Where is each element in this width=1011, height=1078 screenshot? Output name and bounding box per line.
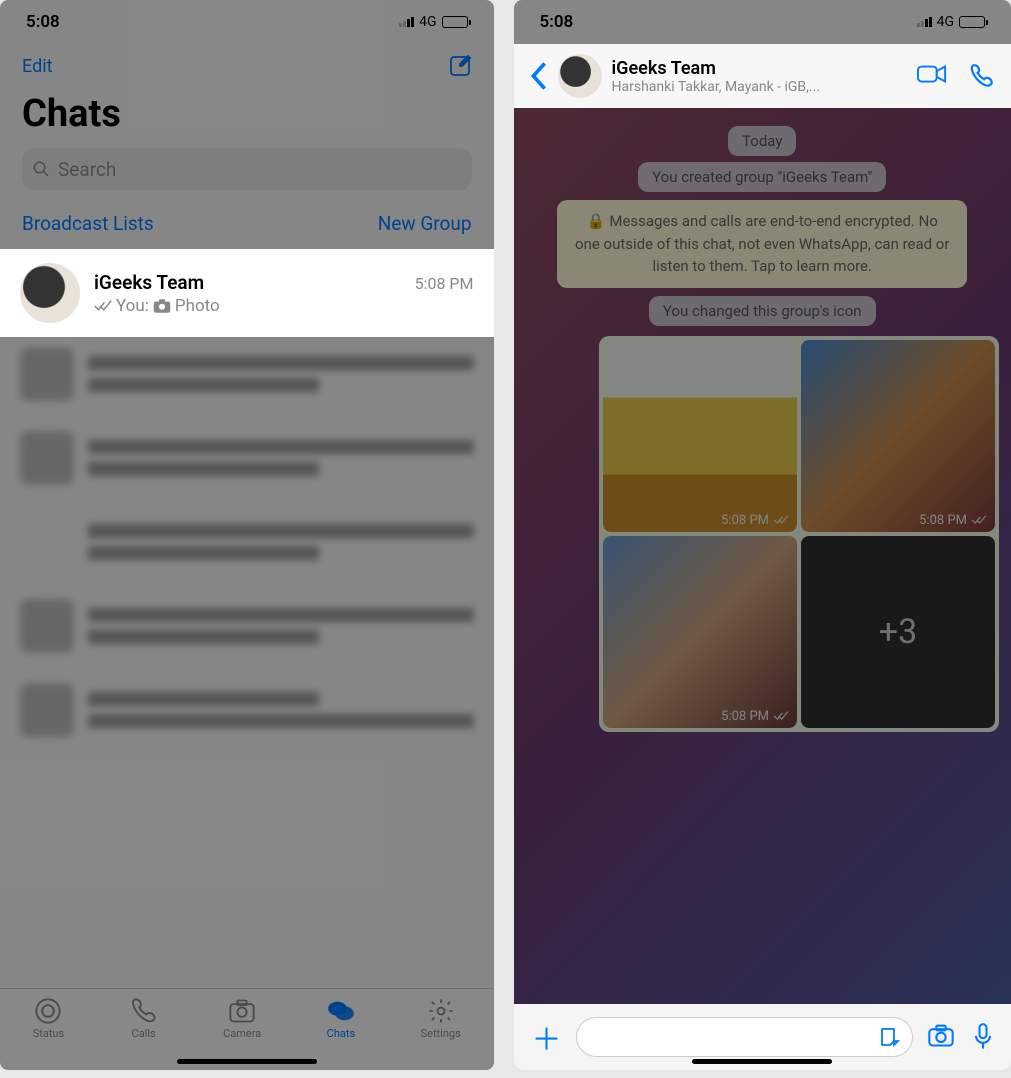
media-time: 5:08 PM: [721, 709, 769, 724]
tab-label: Settings: [421, 1027, 461, 1040]
chat-body[interactable]: Today You created group "iGeeks Team" 🔒M…: [514, 108, 1011, 1004]
sticker-icon[interactable]: [878, 1025, 902, 1049]
message-input[interactable]: [576, 1017, 914, 1057]
tab-calls[interactable]: Calls: [130, 997, 158, 1040]
chat-time: 5:08 PM: [415, 274, 474, 293]
tab-label: Calls: [132, 1027, 156, 1040]
chat-info: iGeeks Team 5:08 PM You: Photo: [94, 271, 474, 316]
phone-icon: [130, 997, 158, 1025]
nav-bar: Edit: [0, 44, 494, 84]
broadcast-lists-link[interactable]: Broadcast Lists: [22, 212, 154, 235]
camera-input-icon[interactable]: [927, 1023, 955, 1047]
battery-icon: [442, 16, 468, 28]
signal-icon: [917, 17, 932, 27]
read-ticks-icon: [971, 515, 987, 525]
media-time: 5:08 PM: [919, 513, 967, 528]
status-icons: 4G: [399, 14, 467, 30]
chat-preview: You: Photo: [94, 296, 474, 316]
media-thumbnail[interactable]: 5:08 PM: [801, 340, 995, 532]
header-titles[interactable]: iGeeks Team Harshanki Takkar, Mayank - i…: [612, 58, 908, 95]
chat-avatar: [20, 263, 80, 323]
status-icons: 4G: [917, 14, 985, 30]
voice-call-icon[interactable]: [969, 63, 995, 89]
search-icon: [32, 160, 50, 178]
preview-prefix: You:: [116, 296, 149, 316]
camera-tab-icon: [228, 997, 256, 1025]
encryption-text: Messages and calls are end-to-end encryp…: [575, 212, 949, 275]
status-bar: 5:08 4G: [514, 0, 1011, 44]
chats-icon: [327, 997, 355, 1025]
network-label: 4G: [419, 14, 436, 30]
input-right-icons: [927, 1023, 993, 1051]
search-placeholder: Search: [58, 158, 116, 181]
chat-header: iGeeks Team Harshanki Takkar, Mayank - i…: [514, 44, 1011, 108]
list-item: [20, 431, 474, 485]
encryption-notice[interactable]: 🔒Messages and calls are end-to-end encry…: [557, 200, 967, 288]
attach-button[interactable]: ＋: [532, 1015, 562, 1059]
gear-icon: [427, 997, 455, 1025]
chat-conversation-screen: 5:08 4G iGeeks Team Harshanki Takkar, Ma…: [514, 0, 1011, 1070]
signal-icon: [399, 17, 414, 27]
date-pill: Today: [728, 126, 796, 156]
list-item: [20, 599, 474, 653]
compose-icon[interactable]: [448, 54, 472, 78]
list-item: [20, 347, 474, 401]
search-input[interactable]: Search: [22, 148, 472, 190]
battery-icon: [959, 16, 985, 28]
blurred-chat-list: [0, 337, 494, 747]
back-icon[interactable]: [530, 62, 548, 90]
new-group-link[interactable]: New Group: [378, 212, 472, 235]
status-time: 5:08: [26, 12, 60, 32]
read-ticks-icon: [773, 515, 789, 525]
group-members: Harshanki Takkar, Mayank - iGB,...: [612, 79, 908, 95]
tab-status[interactable]: Status: [33, 997, 64, 1040]
lock-icon: 🔒: [587, 212, 606, 230]
list-item: [20, 683, 474, 737]
more-count: +3: [879, 612, 917, 652]
tab-bar: Status Calls Camera Chats Settings: [0, 988, 494, 1070]
preview-label: Photo: [175, 296, 220, 316]
home-indicator: [177, 1059, 317, 1064]
group-title: iGeeks Team: [612, 58, 908, 79]
read-ticks-icon: [773, 711, 789, 721]
group-avatar[interactable]: [558, 54, 602, 98]
tab-settings[interactable]: Settings: [421, 997, 461, 1040]
status-time: 5:08: [540, 12, 574, 32]
video-call-icon[interactable]: [917, 63, 947, 85]
status-bar: 5:08 4G: [0, 0, 494, 44]
edit-button[interactable]: Edit: [22, 56, 52, 77]
page-title: Chats: [0, 84, 494, 148]
read-ticks-icon: [94, 300, 112, 312]
tab-label: Chats: [327, 1027, 355, 1040]
system-message-created: You created group "iGeeks Team": [638, 162, 886, 192]
chats-list-screen: 5:08 4G Edit Chats Search Broadcast List…: [0, 0, 494, 1070]
tab-label: Status: [33, 1027, 64, 1040]
chat-name: iGeeks Team: [94, 271, 204, 294]
status-icon: [34, 997, 62, 1025]
media-more-overlay[interactable]: +3: [801, 536, 995, 728]
sent-media-bundle[interactable]: 5:08 PM 5:08 PM 5:08 PM +3: [599, 336, 999, 732]
system-message-icon-changed: You changed this group's icon: [649, 296, 876, 326]
mic-icon[interactable]: [973, 1023, 993, 1051]
home-indicator: [692, 1059, 832, 1064]
list-links-row: Broadcast Lists New Group: [0, 206, 494, 249]
network-label: 4G: [937, 14, 954, 30]
tab-camera[interactable]: Camera: [223, 997, 261, 1040]
media-thumbnail[interactable]: 5:08 PM: [603, 536, 797, 728]
chat-row-igeeks[interactable]: iGeeks Team 5:08 PM You: Photo: [0, 249, 494, 337]
tab-chats[interactable]: Chats: [327, 997, 355, 1040]
tab-label: Camera: [223, 1027, 261, 1040]
camera-icon: [153, 298, 171, 314]
media-time: 5:08 PM: [721, 513, 769, 528]
list-item: [20, 515, 474, 569]
media-thumbnail[interactable]: 5:08 PM: [603, 340, 797, 532]
header-action-icons: [917, 63, 995, 89]
